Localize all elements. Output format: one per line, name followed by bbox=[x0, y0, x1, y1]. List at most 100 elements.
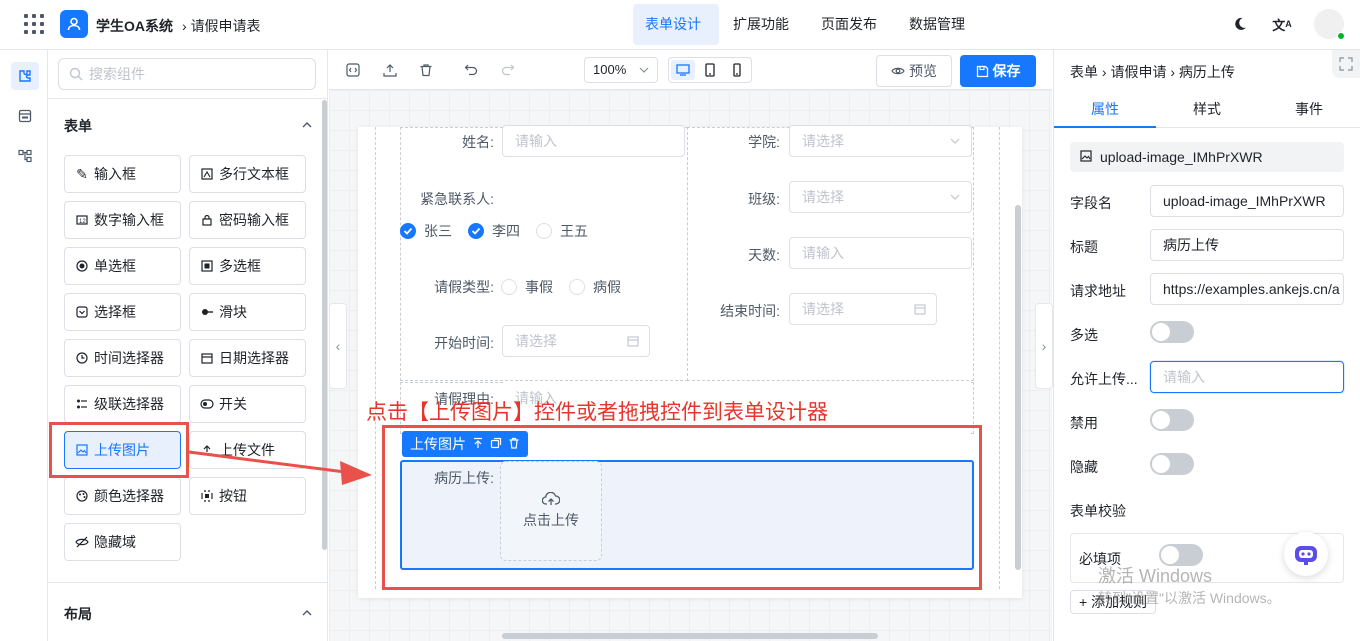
comp-upload-file[interactable]: 上传文件 bbox=[189, 431, 306, 469]
outline-icon[interactable] bbox=[11, 102, 39, 130]
tree-icon[interactable] bbox=[11, 142, 39, 170]
title-label: 标题 bbox=[1070, 239, 1098, 255]
option-label: 李四 bbox=[492, 223, 520, 239]
comp-checkbox[interactable]: 多选框 bbox=[189, 247, 306, 285]
comp-time-picker[interactable]: 时间选择器 bbox=[64, 339, 181, 377]
field-name-input[interactable]: upload-image_IMhPrXWR bbox=[1150, 185, 1344, 217]
trash-icon[interactable] bbox=[416, 60, 436, 80]
undo-icon[interactable] bbox=[461, 60, 481, 80]
leave-type-label: 请假类型: bbox=[434, 279, 494, 295]
comp-textarea[interactable]: 多行文本框 bbox=[189, 155, 306, 193]
tab-form-design[interactable]: 表单设计 bbox=[633, 4, 719, 45]
assistant-bot-button[interactable] bbox=[1284, 532, 1328, 576]
start-time-label: 开始时间: bbox=[434, 335, 494, 351]
start-time-picker[interactable]: 请选择 bbox=[502, 325, 650, 357]
tab-publish[interactable]: 页面发布 bbox=[809, 4, 889, 45]
save-button[interactable]: 保存 bbox=[960, 55, 1036, 87]
widget-id: upload-image_IMhPrXWR bbox=[1100, 149, 1263, 165]
redo-icon[interactable] bbox=[498, 60, 518, 80]
collapse-left-button[interactable]: ‹ bbox=[329, 303, 347, 389]
tab-events[interactable]: 事件 bbox=[1258, 90, 1360, 128]
chevron-up-icon[interactable] bbox=[300, 118, 314, 132]
breadcrumb-item[interactable]: 病历上传 bbox=[1179, 64, 1235, 80]
breadcrumb-page: 请假申请表 bbox=[190, 18, 261, 34]
zoom-select[interactable]: 100% bbox=[584, 57, 658, 83]
fullscreen-icon[interactable] bbox=[1332, 50, 1360, 78]
translate-icon[interactable]: 文A bbox=[1272, 14, 1292, 34]
college-select[interactable]: 请选择 bbox=[789, 125, 972, 157]
comp-slider[interactable]: 滑块 bbox=[189, 293, 306, 331]
leave-type-option-2[interactable]: 病假 bbox=[569, 277, 621, 297]
comp-switch[interactable]: 开关 bbox=[189, 385, 306, 423]
comp-label: 多选框 bbox=[219, 258, 261, 274]
breadcrumb-item[interactable]: 表单 bbox=[1070, 64, 1098, 80]
canvas-scrollbar[interactable] bbox=[1015, 205, 1021, 570]
end-time-picker[interactable]: 请选择 bbox=[789, 293, 937, 325]
tab-extensions[interactable]: 扩展功能 bbox=[721, 4, 801, 45]
app-logo bbox=[60, 10, 88, 38]
comp-color-picker[interactable]: 颜色选择器 bbox=[64, 477, 181, 515]
divider bbox=[48, 98, 328, 99]
desktop-icon[interactable] bbox=[671, 60, 695, 80]
robot-icon bbox=[1295, 546, 1317, 565]
tab-data-management[interactable]: 数据管理 bbox=[897, 4, 977, 45]
days-input[interactable]: 请输入 bbox=[789, 237, 972, 269]
comp-button[interactable]: 按钮 bbox=[189, 477, 306, 515]
comp-label: 颜色选择器 bbox=[94, 488, 164, 504]
comp-password-input[interactable]: 密码输入框 bbox=[189, 201, 306, 239]
comp-select[interactable]: 选择框 bbox=[64, 293, 181, 331]
checkbox-icon bbox=[200, 259, 214, 273]
allow-upload-input[interactable]: 请输入 bbox=[1150, 361, 1344, 393]
radio-icon bbox=[75, 259, 89, 273]
canvas-toolbar: 100% 预览 保存 bbox=[329, 50, 1052, 90]
search-input[interactable]: 搜索组件 bbox=[58, 58, 316, 90]
annotation-text: 点击【上传图片】控件或者拖拽控件到表单设计器 bbox=[366, 401, 828, 424]
class-label: 班级: bbox=[748, 191, 780, 207]
comp-radio[interactable]: 单选框 bbox=[64, 247, 181, 285]
preview-button[interactable]: 预览 bbox=[876, 55, 952, 87]
watermark-subtitle: 转到"设置"以激活 Windows。 bbox=[1098, 590, 1281, 606]
tab-style[interactable]: 样式 bbox=[1156, 90, 1258, 128]
leave-type-option-1[interactable]: 事假 bbox=[501, 277, 553, 297]
comp-cascader[interactable]: 级联选择器 bbox=[64, 385, 181, 423]
title-input[interactable]: 病历上传 bbox=[1150, 229, 1344, 261]
svg-text:12: 12 bbox=[79, 219, 86, 225]
radio-unchecked bbox=[569, 279, 585, 295]
section-title-layout: 布局 bbox=[64, 606, 92, 622]
horizontal-scrollbar[interactable] bbox=[502, 633, 878, 639]
apps-grid-icon[interactable] bbox=[24, 14, 44, 34]
mobile-icon[interactable] bbox=[725, 60, 749, 80]
panel-scrollbar[interactable] bbox=[322, 100, 327, 550]
url-input[interactable]: https://examples.ankejs.cn/a bbox=[1150, 273, 1344, 305]
name-input[interactable]: 请输入 bbox=[502, 125, 685, 157]
disabled-toggle[interactable] bbox=[1150, 409, 1194, 431]
comp-date-picker[interactable]: 日期选择器 bbox=[189, 339, 306, 377]
cascader-icon bbox=[75, 397, 89, 411]
code-icon[interactable] bbox=[343, 60, 363, 80]
user-avatar[interactable] bbox=[1314, 9, 1345, 40]
comp-number-input[interactable]: 12 数字输入框 bbox=[64, 201, 181, 239]
calendar-icon bbox=[914, 304, 926, 315]
tablet-icon[interactable] bbox=[698, 60, 722, 80]
import-icon[interactable] bbox=[380, 60, 400, 80]
chevron-up-icon[interactable] bbox=[300, 606, 314, 620]
chevron-right-icon: › bbox=[182, 18, 191, 34]
contact-option-3[interactable]: 王五 bbox=[536, 221, 588, 241]
contact-option-2[interactable]: 李四 bbox=[468, 221, 520, 241]
contact-option-1[interactable]: 张三 bbox=[400, 221, 452, 241]
checkbox-unchecked bbox=[536, 223, 552, 239]
hidden-label: 隐藏 bbox=[1070, 459, 1098, 475]
comp-input[interactable]: ✎ 输入框 bbox=[64, 155, 181, 193]
hidden-toggle[interactable] bbox=[1150, 453, 1194, 475]
multiple-toggle[interactable] bbox=[1150, 321, 1194, 343]
moon-icon[interactable] bbox=[1230, 14, 1250, 34]
breadcrumb[interactable]: › 请假申请表 bbox=[182, 16, 261, 36]
collapse-right-button[interactable]: › bbox=[1035, 303, 1053, 389]
lock-icon bbox=[200, 213, 214, 227]
comp-label: 上传文件 bbox=[219, 442, 275, 458]
breadcrumb-item[interactable]: 请假申请 bbox=[1110, 64, 1166, 80]
tab-attributes[interactable]: 属性 bbox=[1054, 90, 1156, 128]
comp-hidden-field[interactable]: 隐藏域 bbox=[64, 523, 181, 561]
components-icon[interactable] bbox=[11, 62, 39, 90]
class-select[interactable]: 请选择 bbox=[789, 181, 972, 213]
